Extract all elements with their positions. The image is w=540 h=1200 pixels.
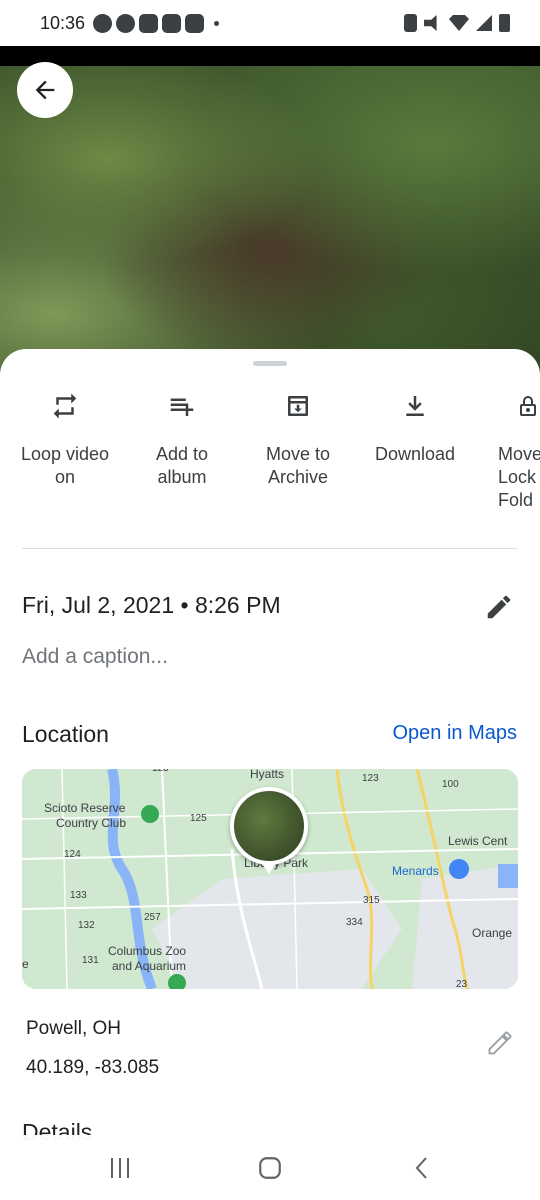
map-label: Hyatts — [250, 769, 285, 781]
pencil-icon — [488, 1031, 512, 1055]
map-label: Menards — [392, 864, 439, 878]
chat-icon — [116, 13, 136, 33]
app-icon — [185, 13, 205, 33]
action-label: Fold — [498, 490, 534, 510]
video-preview[interactable] — [0, 46, 540, 376]
pin-pointer — [261, 862, 277, 874]
chevron-left-icon — [415, 1157, 427, 1179]
road-label: 257 — [144, 912, 161, 923]
road-label: 133 — [70, 890, 87, 901]
back-nav-button[interactable] — [403, 1151, 443, 1185]
action-label: Loop video — [20, 444, 110, 464]
arrow-back-icon — [35, 80, 55, 100]
loop-video-button[interactable]: Loop video on — [7, 389, 123, 489]
info-sheet: Loop video on Add to album Move to Archive — [0, 349, 540, 1200]
action-label: album — [157, 467, 207, 487]
mute-icon — [424, 15, 437, 31]
move-to-archive-button[interactable]: Move to Archive — [240, 389, 356, 489]
system-navigation-bar — [0, 1135, 540, 1200]
notification-icon — [93, 13, 113, 33]
open-in-maps-link[interactable]: Open in Maps — [392, 722, 517, 745]
status-time: 10:36 — [40, 12, 86, 33]
battery-icon — [499, 14, 510, 32]
photo-location-pin[interactable] — [230, 787, 308, 865]
home-icon — [259, 1157, 281, 1179]
loop-icon — [53, 393, 77, 419]
road-label: 124 — [64, 849, 81, 860]
video-frame — [0, 66, 540, 376]
road-label: 123 — [362, 773, 379, 784]
action-row: Loop video on Add to album Move to Archive — [0, 389, 540, 529]
action-label: Lock — [498, 467, 537, 487]
more-notifications-icon — [214, 20, 220, 26]
road-label: 315 — [363, 895, 380, 906]
caption-input[interactable]: Add a caption... — [22, 645, 168, 669]
road-label: 131 — [82, 955, 99, 966]
home-button[interactable] — [250, 1151, 290, 1185]
map-label: Columbus Zoo — [108, 944, 187, 958]
date-time: Fri, Jul 2, 2021 • 8:26 PM — [22, 592, 281, 618]
road-label: 123 — [152, 769, 169, 774]
edit-date-button[interactable] — [484, 592, 516, 624]
road-label: 100 — [442, 779, 459, 790]
action-label: Move — [498, 444, 540, 464]
status-bar: 10:36 — [0, 0, 540, 46]
divider — [22, 548, 517, 549]
wifi-icon — [449, 15, 469, 31]
edit-location-button[interactable] — [486, 1029, 516, 1059]
download-button[interactable]: Download — [357, 389, 473, 466]
app-icon — [162, 13, 182, 33]
add-to-album-button[interactable]: Add to album — [124, 389, 240, 489]
recent-apps-button[interactable] — [100, 1151, 140, 1185]
lock-icon — [520, 396, 536, 416]
map-label: and Aquarium — [112, 959, 187, 973]
location-name: Powell, OH — [26, 1018, 122, 1039]
road-label: 23 — [456, 979, 468, 989]
notification-icons — [93, 13, 220, 33]
action-label: on — [54, 467, 76, 487]
signal-icon — [476, 15, 492, 31]
back-button[interactable] — [17, 62, 73, 118]
drag-handle[interactable] — [253, 361, 287, 366]
map-label: Orange — [472, 926, 513, 940]
archive-icon — [288, 396, 308, 416]
location-map[interactable]: Hyatts Scioto Reserve Country Club Liber… — [22, 769, 518, 989]
map-label: e — [22, 957, 29, 971]
app-icon — [139, 13, 159, 33]
action-label: Archive — [267, 467, 329, 487]
road-label: 125 — [190, 813, 207, 824]
map-label: Lewis Cent — [448, 834, 508, 848]
action-label: Move to — [265, 444, 331, 464]
pencil-icon — [487, 595, 511, 619]
road-label: 132 — [78, 920, 95, 931]
recent-apps-icon — [111, 1158, 129, 1178]
road-label: 334 — [346, 917, 363, 928]
download-icon — [406, 396, 424, 416]
move-to-locked-folder-button[interactable]: Move Lock Fold — [474, 389, 540, 512]
map-label: Scioto Reserve — [44, 801, 126, 815]
location-heading: Location — [22, 721, 109, 747]
action-label: Add to — [155, 444, 209, 464]
playlist-add-icon — [170, 398, 194, 416]
alarm-icon — [404, 14, 417, 32]
map-label: Country Club — [56, 816, 127, 830]
action-label: Download — [374, 444, 456, 464]
location-coordinates: 40.189, -83.085 — [26, 1057, 160, 1078]
system-icons — [404, 14, 510, 32]
